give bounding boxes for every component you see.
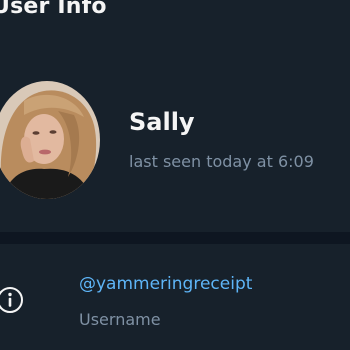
avatar[interactable] [0, 81, 100, 199]
info-icon [0, 286, 24, 314]
username-value[interactable]: @yammeringreceipt [79, 274, 252, 294]
profile-name: Sally [129, 108, 195, 136]
avatar-photo [0, 81, 100, 199]
section-divider [0, 232, 350, 244]
username-row[interactable]: @yammeringreceipt Username [0, 262, 350, 342]
last-seen-status: last seen today at 6:09 [129, 152, 314, 171]
profile-header: Sally last seen today at 6:09 [0, 60, 350, 230]
panel-title: User Info [0, 0, 107, 19]
username-caption: Username [79, 310, 161, 329]
